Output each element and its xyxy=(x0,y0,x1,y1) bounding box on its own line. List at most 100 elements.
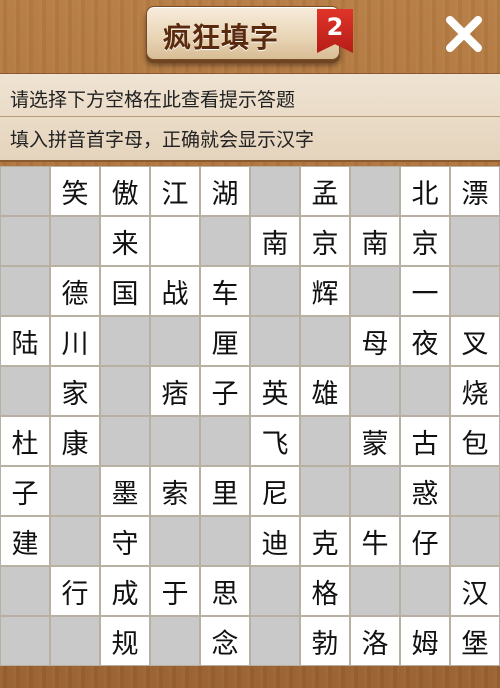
grid-cell[interactable]: 夜 xyxy=(400,316,450,366)
grid-cell[interactable] xyxy=(150,216,200,266)
grid-cell[interactable]: 姆 xyxy=(400,616,450,666)
grid-cell-blocked xyxy=(0,266,50,316)
grid-cell[interactable]: 孟 xyxy=(300,166,350,216)
grid-cell[interactable]: 墨 xyxy=(100,466,150,516)
grid-cell[interactable]: 康 xyxy=(50,416,100,466)
grid-cell[interactable]: 汉 xyxy=(450,566,500,616)
close-icon xyxy=(446,16,482,52)
grid-cell-blocked xyxy=(300,416,350,466)
grid-cell-blocked xyxy=(300,466,350,516)
grid-cell[interactable]: 战 xyxy=(150,266,200,316)
grid-cell-blocked xyxy=(350,566,400,616)
grid-cell[interactable]: 于 xyxy=(150,566,200,616)
grid-cell[interactable]: 母 xyxy=(350,316,400,366)
level-badge: 2 xyxy=(317,9,353,53)
grid-cell[interactable]: 包 xyxy=(450,416,500,466)
grid-cell[interactable]: 辉 xyxy=(300,266,350,316)
grid-cell[interactable]: 蒙 xyxy=(350,416,400,466)
grid-cell[interactable]: 行 xyxy=(50,566,100,616)
grid-cell[interactable]: 北 xyxy=(400,166,450,216)
grid-cell[interactable]: 子 xyxy=(0,466,50,516)
grid-cell[interactable]: 惑 xyxy=(400,466,450,516)
grid-cell[interactable]: 尼 xyxy=(250,466,300,516)
grid-cell-blocked xyxy=(200,516,250,566)
grid-cell-blocked xyxy=(250,266,300,316)
grid-cell-blocked xyxy=(0,166,50,216)
grid-cell[interactable]: 叉 xyxy=(450,316,500,366)
grid-cell-blocked xyxy=(250,166,300,216)
grid-cell[interactable]: 堡 xyxy=(450,616,500,666)
grid-cell[interactable]: 京 xyxy=(400,216,450,266)
grid-cell[interactable]: 子 xyxy=(200,366,250,416)
grid-cell[interactable]: 牛 xyxy=(350,516,400,566)
grid-cell-blocked xyxy=(400,366,450,416)
grid-cell-blocked xyxy=(400,566,450,616)
close-button[interactable] xyxy=(442,12,486,56)
grid-cell[interactable]: 念 xyxy=(200,616,250,666)
grid-cell[interactable]: 克 xyxy=(300,516,350,566)
grid-cell[interactable]: 成 xyxy=(100,566,150,616)
grid-cell-blocked xyxy=(0,566,50,616)
grid-cell-blocked xyxy=(350,166,400,216)
grid-cell[interactable]: 家 xyxy=(50,366,100,416)
grid-cell-blocked xyxy=(100,416,150,466)
grid-cell[interactable]: 一 xyxy=(400,266,450,316)
grid-cell[interactable]: 迪 xyxy=(250,516,300,566)
grid-cell-blocked xyxy=(250,616,300,666)
grid-cell[interactable]: 车 xyxy=(200,266,250,316)
grid-cell[interactable]: 古 xyxy=(400,416,450,466)
grid-cell[interactable]: 洛 xyxy=(350,616,400,666)
game-title: 疯狂填字 xyxy=(163,21,280,54)
grid-cell-blocked xyxy=(450,266,500,316)
grid-cell[interactable]: 索 xyxy=(150,466,200,516)
grid-cell[interactable]: 英 xyxy=(250,366,300,416)
grid-cell-blocked xyxy=(450,466,500,516)
grid-cell-blocked xyxy=(200,216,250,266)
grid-cell-blocked xyxy=(350,466,400,516)
grid-cell[interactable]: 南 xyxy=(250,216,300,266)
hint-instruction: 填入拼音首字母，正确就会显示汉字 xyxy=(10,129,315,151)
grid-cell[interactable]: 漂 xyxy=(450,166,500,216)
grid-cell[interactable]: 杜 xyxy=(0,416,50,466)
grid-cell[interactable]: 笑 xyxy=(50,166,100,216)
grid-cell-blocked xyxy=(200,416,250,466)
grid-cell[interactable]: 德 xyxy=(50,266,100,316)
grid-cell[interactable]: 痞 xyxy=(150,366,200,416)
grid-cell[interactable]: 来 xyxy=(100,216,150,266)
grid-cell[interactable]: 雄 xyxy=(300,366,350,416)
grid-cell-blocked xyxy=(50,516,100,566)
hint-divider xyxy=(0,116,500,117)
grid-cell[interactable]: 厘 xyxy=(200,316,250,366)
grid-cell[interactable]: 建 xyxy=(0,516,50,566)
grid-cell-blocked xyxy=(250,316,300,366)
grid-cell[interactable]: 南 xyxy=(350,216,400,266)
grid-cell[interactable]: 飞 xyxy=(250,416,300,466)
grid-cell[interactable]: 川 xyxy=(50,316,100,366)
grid-cell-blocked xyxy=(450,216,500,266)
grid-cell[interactable]: 仔 xyxy=(400,516,450,566)
grid-cell-blocked xyxy=(100,316,150,366)
grid-cell-blocked xyxy=(150,316,200,366)
grid-cell[interactable]: 京 xyxy=(300,216,350,266)
grid-cell[interactable]: 傲 xyxy=(100,166,150,216)
grid-cell[interactable]: 守 xyxy=(100,516,150,566)
grid-cell-blocked xyxy=(100,366,150,416)
grid-cell[interactable]: 陆 xyxy=(0,316,50,366)
grid-cell[interactable]: 格 xyxy=(300,566,350,616)
grid-cell[interactable]: 烧 xyxy=(450,366,500,416)
grid-cell[interactable]: 规 xyxy=(100,616,150,666)
grid-cell-blocked xyxy=(0,366,50,416)
grid-cell[interactable]: 里 xyxy=(200,466,250,516)
grid-cell-blocked xyxy=(450,516,500,566)
grid-cell[interactable]: 湖 xyxy=(200,166,250,216)
hint-panel: 请选择下方空格在此查看提示答题 填入拼音首字母，正确就会显示汉字 xyxy=(0,73,500,162)
grid-cell[interactable]: 勃 xyxy=(300,616,350,666)
grid-cell-blocked xyxy=(150,516,200,566)
grid-cell-blocked xyxy=(50,216,100,266)
bottom-wood-strip xyxy=(0,666,500,688)
grid-cell[interactable]: 国 xyxy=(100,266,150,316)
hint-question: 请选择下方空格在此查看提示答题 xyxy=(10,89,296,111)
grid-cell-blocked xyxy=(150,616,200,666)
grid-cell[interactable]: 思 xyxy=(200,566,250,616)
grid-cell[interactable]: 江 xyxy=(150,166,200,216)
